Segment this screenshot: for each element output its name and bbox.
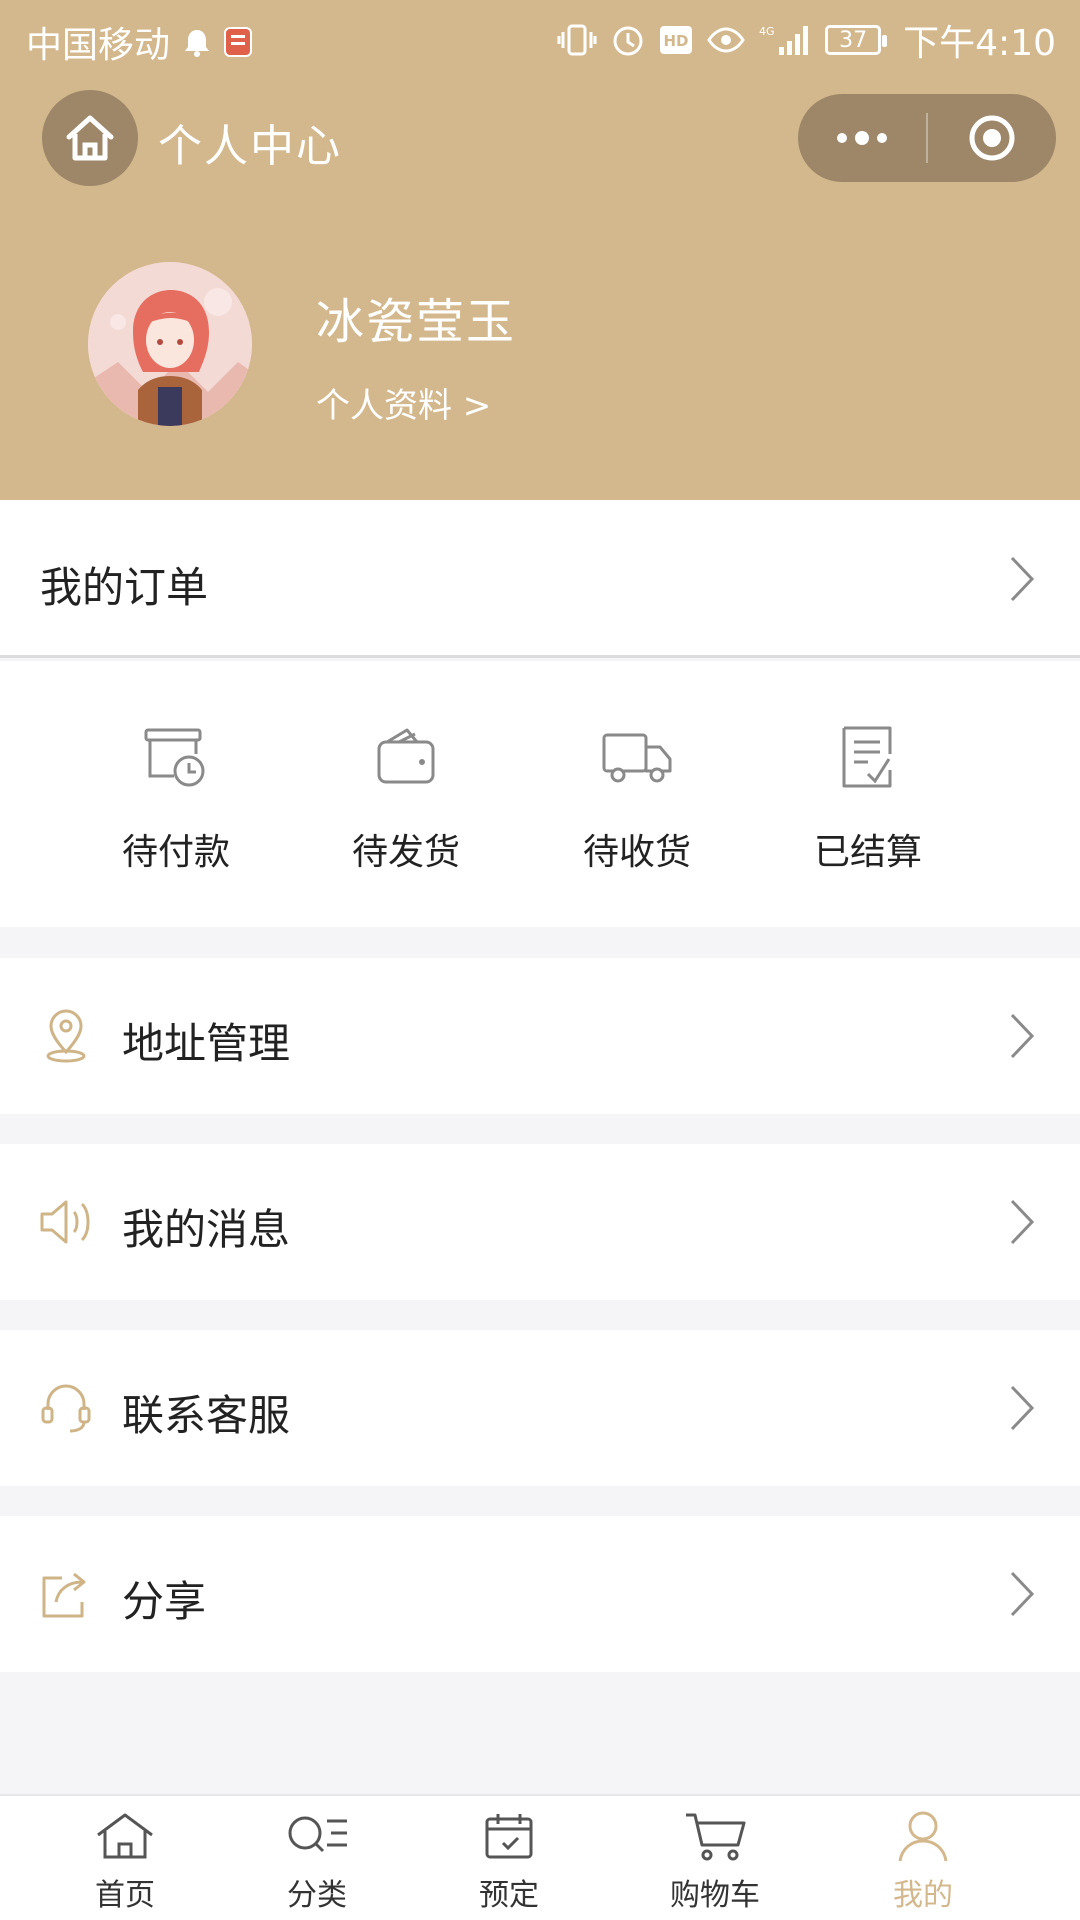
battery-icon: 37 [825, 25, 888, 55]
order-status-label: 待发货 [351, 832, 460, 873]
menu-my-messages[interactable]: 我的消息 [0, 1144, 1080, 1300]
speaker-icon [40, 1200, 90, 1244]
order-status-label: 待收货 [582, 832, 691, 873]
home-icon [93, 1806, 157, 1866]
more-options-button[interactable] [798, 94, 926, 182]
my-orders-row[interactable]: 我的订单 [0, 500, 1080, 658]
mini-program-capsule [798, 94, 1056, 182]
pending-payment-icon [136, 717, 216, 797]
order-status-label: 已结算 [813, 832, 922, 873]
truck-icon [597, 717, 677, 797]
signal-icon: 4G [759, 23, 811, 57]
page-title: 个人中心 [158, 121, 342, 172]
menu-share[interactable]: 分享 [0, 1516, 1080, 1672]
carrier-label: 中国移动 [26, 25, 171, 66]
share-icon [42, 1572, 86, 1618]
menu-label: 联系客服 [122, 1391, 291, 1440]
svg-text:HD: HD [664, 32, 689, 50]
tab-home[interactable]: 首页 [45, 1806, 205, 1918]
tab-mine[interactable]: 我的 [843, 1806, 1003, 1918]
target-close-icon [969, 115, 1015, 161]
tab-label: 首页 [95, 1878, 155, 1913]
order-status-grid: 待付款 待发货 待收货 已结算 [0, 661, 1080, 927]
order-pending-payment[interactable]: 待付款 [76, 717, 276, 897]
profile-details-link[interactable]: 个人资料 > [316, 378, 491, 427]
category-search-icon [285, 1806, 349, 1866]
order-pending-receipt[interactable]: 待收货 [537, 717, 737, 897]
order-status-label: 待付款 [121, 832, 230, 873]
clock-time: 下午4:10 [903, 23, 1056, 64]
location-pin-icon [46, 1009, 86, 1063]
menu-address-management[interactable]: 地址管理 [0, 958, 1080, 1114]
network-type-label: 4G [759, 25, 775, 38]
close-mini-program-button[interactable] [928, 94, 1056, 182]
tab-cart[interactable]: 购物车 [635, 1806, 795, 1918]
nav-bar: 个人中心 [0, 86, 1080, 196]
alarm-clock-icon [611, 23, 645, 57]
battery-level: 37 [839, 27, 868, 53]
home-icon [66, 115, 114, 161]
status-bar: 中国移动 HD 4G 37 下午4:10 [0, 0, 1080, 76]
tab-reservation[interactable]: 预定 [429, 1806, 589, 1918]
hd-badge-icon: HD [659, 25, 693, 55]
chevron-right-icon [1010, 1571, 1035, 1617]
chevron-right-icon [1010, 556, 1035, 602]
app-notification-icon [224, 27, 253, 57]
user-icon [891, 1806, 955, 1866]
eye-icon [707, 26, 745, 54]
menu-contact-support[interactable]: 联系客服 [0, 1330, 1080, 1486]
menu-label: 我的消息 [122, 1205, 291, 1254]
tab-label: 我的 [893, 1878, 953, 1913]
menu-label: 地址管理 [122, 1019, 291, 1068]
order-pending-shipment[interactable]: 待发货 [306, 717, 506, 897]
chevron-right-icon [1010, 1013, 1035, 1059]
wallet-icon [366, 717, 446, 797]
chevron-right-icon [1010, 1199, 1035, 1245]
bottom-tab-bar: 首页 分类 预定 购物车 我的 [0, 1794, 1080, 1920]
avatar[interactable] [88, 262, 252, 426]
tab-category[interactable]: 分类 [237, 1806, 397, 1918]
home-button[interactable] [42, 90, 138, 186]
chevron-right-icon [1010, 1385, 1035, 1431]
tab-label: 预定 [479, 1878, 539, 1913]
order-settled[interactable]: 已结算 [768, 717, 968, 897]
alarm-bell-icon [182, 26, 212, 58]
cart-icon [683, 1806, 747, 1866]
menu-label: 分享 [122, 1577, 207, 1626]
username: 冰瓷莹玉 [316, 294, 517, 350]
calendar-icon [477, 1806, 541, 1866]
settled-document-icon [828, 717, 908, 797]
vibrate-icon [557, 23, 597, 57]
headset-icon [41, 1384, 91, 1433]
my-orders-title: 我的订单 [40, 563, 209, 612]
tab-label: 分类 [287, 1878, 347, 1913]
tab-label: 购物车 [670, 1878, 760, 1913]
profile-header: 中国移动 HD 4G 37 下午4:10 个人中心 冰瓷莹玉 个人资料 > [0, 0, 1080, 500]
